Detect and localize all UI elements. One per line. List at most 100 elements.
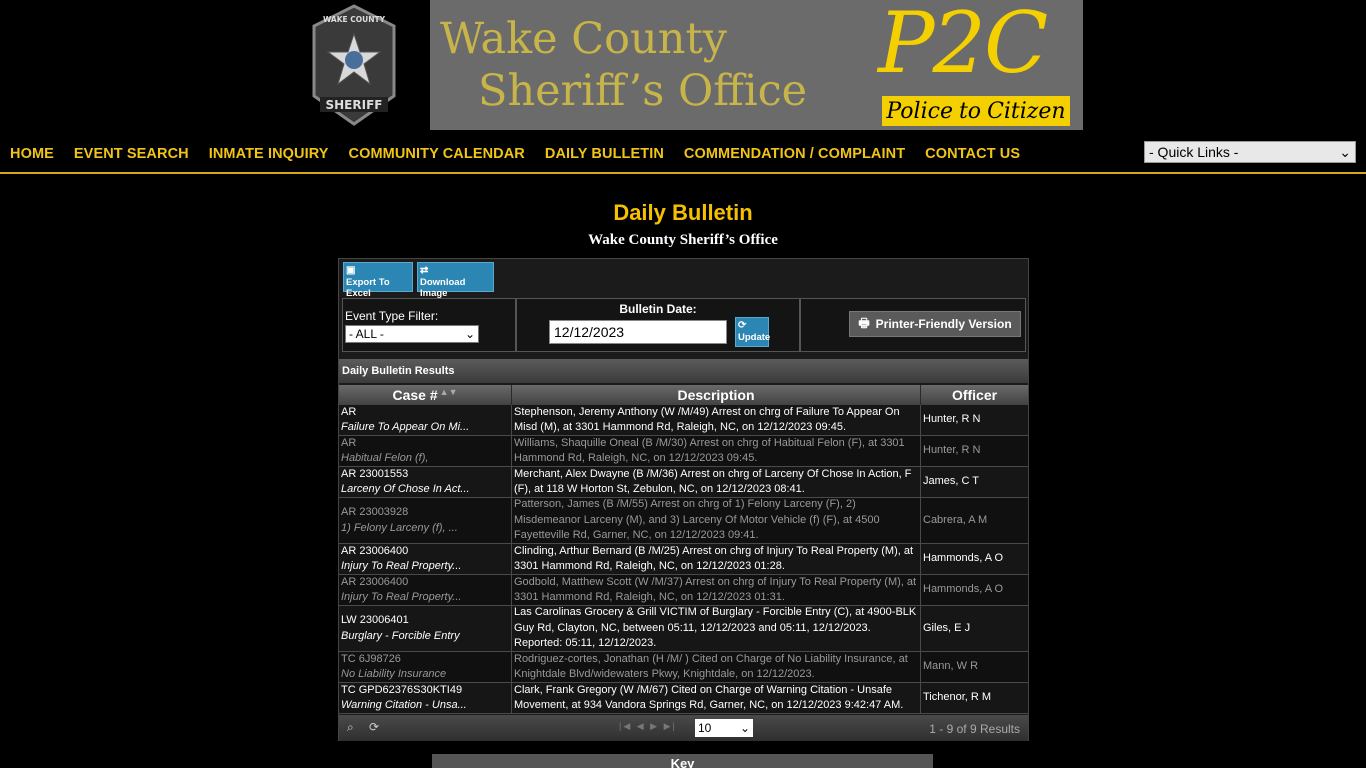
case-type: Larceny Of Chose In Act...: [341, 483, 470, 496]
printer-icon: 🖶: [858, 315, 870, 330]
column-header-case-label: Case #: [392, 387, 438, 403]
nav-event-search[interactable]: EVENT SEARCH: [74, 146, 189, 162]
column-header-description[interactable]: Description: [512, 385, 921, 405]
results-header: Daily Bulletin Results: [339, 359, 1028, 383]
cell-officer: Giles, E J: [923, 621, 971, 634]
quick-links-select[interactable]: - Quick Links - ⌄: [1144, 141, 1356, 163]
event-type-filter-label: Event Type Filter:: [345, 309, 439, 323]
bulletin-panel: ▣ Export To Excel ⇄ Download Image Event…: [338, 258, 1029, 741]
table-row[interactable]: AR 23003928 1) Felony Larceny (f), ... Pat…: [339, 498, 1028, 544]
cell-case: AR 23006400 Injury To Real Property...: [339, 575, 512, 605]
table-row[interactable]: AR 23006400 Injury To Real Property... God…: [339, 575, 1028, 606]
table-row[interactable]: TC GPD62376S30KTI49 Warning Citation - Un…: [339, 683, 1028, 714]
cell-officer: Tichenor, R M: [923, 691, 992, 704]
nav-commendation-complaint[interactable]: COMMENDATION / COMPLAINT: [684, 146, 905, 162]
cell-case: AR 23003928 1) Felony Larceny (f), ...: [339, 498, 512, 543]
download-image-label: Download Image: [420, 277, 466, 299]
case-type: 1) Felony Larceny (f), ...: [341, 521, 458, 534]
pager-info: 1 - 9 of 9 Results: [929, 722, 1020, 736]
column-header-officer[interactable]: Officer: [921, 385, 1028, 405]
results-table-body: AR Failure To Appear On Mi... Stephenson, …: [339, 405, 1028, 714]
table-row[interactable]: AR Habitual Felon (f), Williams, Shaquille…: [339, 436, 1028, 467]
case-number: AR 23001553: [341, 468, 409, 480]
case-type: Injury To Real Property...: [341, 591, 462, 604]
nav-contact-us[interactable]: CONTACT US: [925, 146, 1020, 162]
event-type-filter-cell: Event Type Filter: - ALL - ⌄: [342, 298, 516, 352]
nav-inmate-inquiry[interactable]: INMATE INQUIRY: [209, 146, 329, 162]
p2c-tagline-to: to: [958, 98, 982, 124]
event-type-value: - ALL -: [349, 327, 384, 341]
cell-description: Clark, Frank Gregory (W /M/67) Cited on …: [512, 683, 921, 713]
svg-text:SHERIFF: SHERIFF: [326, 98, 383, 112]
p2c-logo-text: P2C: [878, 0, 1048, 92]
bulletin-date-cell: Bulletin Date: 12/12/2023 ⟳ Update: [516, 298, 800, 352]
save-icon: ▣: [346, 265, 356, 276]
case-type: Habitual Felon (f),: [341, 452, 429, 465]
nav-daily-bulletin[interactable]: DAILY BULLETIN: [545, 146, 664, 162]
case-number: AR 23003928: [341, 506, 409, 519]
download-image-button[interactable]: ⇄ Download Image: [417, 262, 494, 299]
cell-case: TC 6J98726 No Liability Insurance: [339, 652, 512, 682]
cell-description: Merchant, Alex Dwayne (B /M/36) Arrest o…: [512, 467, 921, 497]
search-icon[interactable]: ⌕: [347, 720, 354, 735]
cell-officer: Hunter, R N: [923, 444, 981, 457]
case-number: AR 23006400: [341, 545, 409, 557]
svg-text:WAKE COUNTY: WAKE COUNTY: [323, 15, 386, 24]
case-type: No Liability Insurance: [341, 668, 447, 681]
table-header: Case # ▲▼ Description Officer: [339, 385, 1028, 405]
case-type: Warning Citation - Unsa...: [341, 699, 467, 712]
table-row[interactable]: AR 23001553 Larceny Of Chose In Act... Mer…: [339, 467, 1028, 498]
cell-description: Godbold, Matthew Scott (W /M/37) Arrest …: [512, 575, 921, 605]
bulletin-date-input[interactable]: 12/12/2023: [549, 320, 727, 344]
pager-nav-icons[interactable]: |◀ ◀ ▶ ▶|: [619, 721, 677, 732]
nav-community-calendar[interactable]: COMMUNITY CALENDAR: [349, 146, 525, 162]
case-type: Failure To Appear On Mi...: [341, 421, 470, 434]
export-excel-button[interactable]: ▣ Export To Excel: [343, 262, 413, 299]
bulletin-date-label: Bulletin Date:: [619, 302, 697, 316]
update-label: Update: [738, 332, 771, 343]
printer-friendly-label: Printer-Friendly Version: [875, 317, 1012, 331]
nav-home[interactable]: HOME: [10, 146, 54, 162]
nav-divider: [0, 172, 1366, 174]
p2c-logo: P2C Police to Citizen: [878, 0, 1074, 130]
cell-officer: Mann, W R: [923, 660, 979, 673]
cell-description: Rodriguez-cortes, Jonathan (H /M/ ) Cite…: [512, 652, 921, 682]
banner-title-line1: Wake County: [440, 14, 728, 64]
cell-case: AR Habitual Felon (f),: [339, 436, 512, 466]
table-row[interactable]: AR 23006400 Injury To Real Property... Cli…: [339, 544, 1028, 575]
cell-description: Las Carolinas Grocery & Grill VICTIM of …: [512, 606, 921, 651]
chevron-down-icon: ⌄: [1339, 143, 1351, 160]
printer-friendly-button[interactable]: 🖶 Printer-Friendly Version: [849, 311, 1021, 337]
cell-description: Stephenson, Jeremy Anthony (W /M/49) Arr…: [512, 405, 921, 435]
case-number: AR 23006400: [341, 576, 409, 588]
sheriff-badge-logo: WAKE COUNTY SHERIFF: [312, 4, 396, 126]
page-size-select[interactable]: 10 ⌄: [695, 719, 753, 737]
chevron-down-icon: ⌄: [464, 327, 475, 341]
table-row[interactable]: TC 6J98726 No Liability Insurance Rodrigue…: [339, 652, 1028, 683]
swap-icon: ⇄: [420, 265, 429, 276]
cell-case: LW 23006401 Burglary - Forcible Entry: [339, 606, 512, 651]
page-subtitle: Wake County Sheriff’s Office: [588, 232, 778, 248]
refresh-icon[interactable]: ⟳: [369, 720, 379, 734]
cell-case: TC GPD62376S30KTI49 Warning Citation - Un…: [339, 683, 512, 713]
cell-officer: Cabrera, A M: [923, 513, 988, 526]
case-type: Injury To Real Property...: [341, 560, 462, 573]
table-row[interactable]: AR Failure To Appear On Mi... Stephenson, …: [339, 405, 1028, 436]
event-type-select[interactable]: - ALL - ⌄: [345, 325, 479, 343]
table-row[interactable]: LW 23006401 Burglary - Forcible Entry Las …: [339, 606, 1028, 652]
pager-bar: ⌕ ⟳ |◀ ◀ ▶ ▶| 10 ⌄ 1 - 9 of 9 Results: [339, 715, 1028, 741]
column-header-case[interactable]: Case # ▲▼: [339, 385, 512, 405]
sheriff-banner: Wake County Sheriff’s Office P2C Police …: [430, 0, 1083, 130]
sort-icon: ▲▼: [439, 387, 458, 397]
cell-description: Williams, Shaquille Oneal (B /M/30) Arre…: [512, 436, 921, 466]
refresh-icon: ⟳: [738, 320, 747, 331]
update-button[interactable]: ⟳ Update: [735, 317, 771, 347]
page-size-value: 10: [698, 721, 712, 735]
page-title: Daily Bulletin: [613, 200, 753, 225]
cell-officer: Hammonds, A O: [923, 552, 1004, 565]
cell-case: AR 23006400 Injury To Real Property...: [339, 544, 512, 574]
case-number: TC GPD62376S30KTI49: [341, 684, 463, 696]
case-number: LW 23006401: [341, 614, 409, 627]
main-nav: HOME EVENT SEARCH INMATE INQUIRY COMMUNI…: [0, 140, 1030, 168]
p2c-tagline-police: Police: [886, 98, 953, 124]
